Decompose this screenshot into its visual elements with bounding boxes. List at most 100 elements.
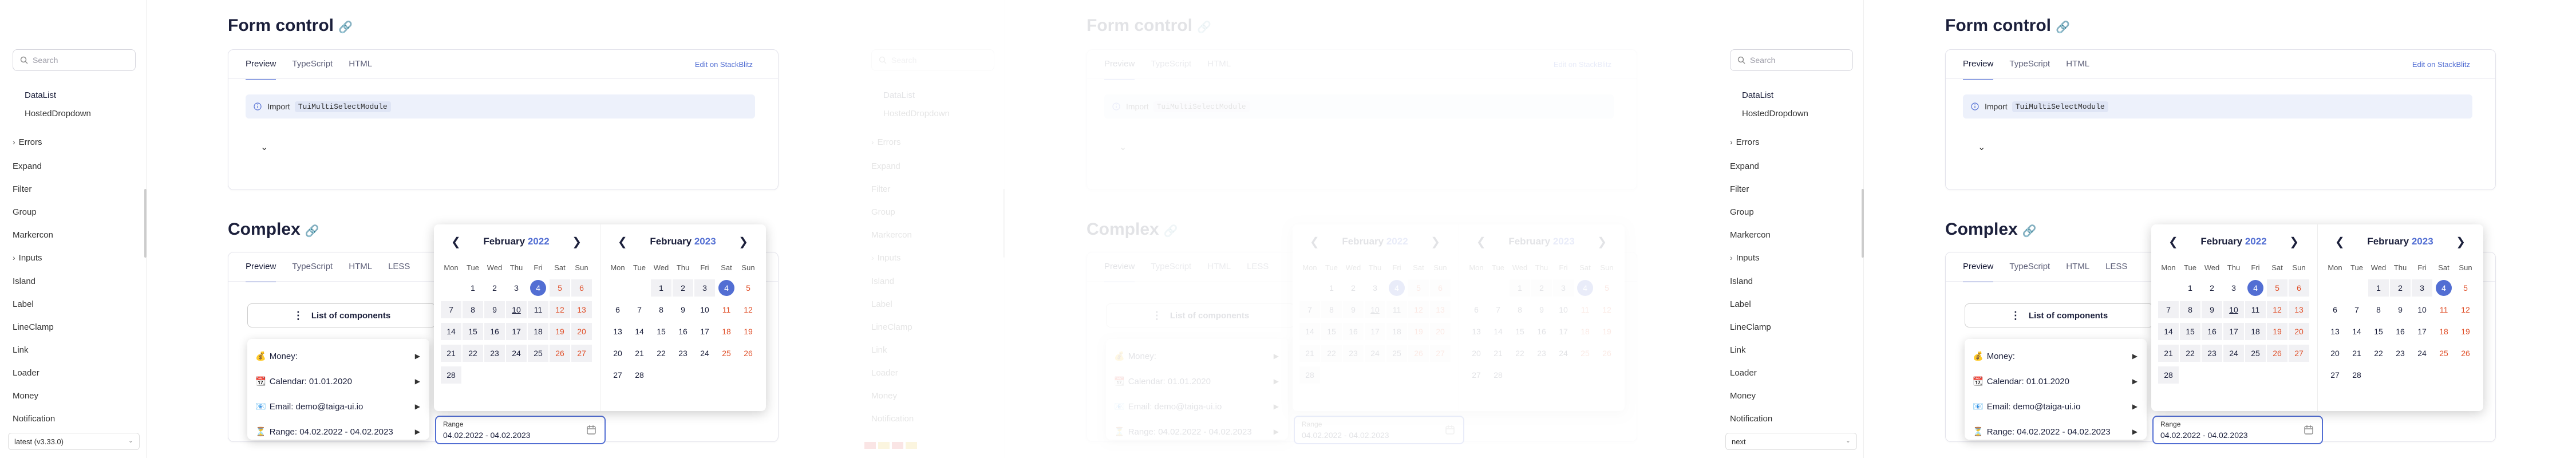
sidebar-item-money[interactable]: Money [13, 391, 38, 401]
calendar-day[interactable]: 12 [1408, 301, 1429, 318]
tab-less[interactable]: LESS [2105, 252, 2127, 281]
sidebar-item-island[interactable]: Island [13, 277, 35, 286]
calendar-day[interactable]: 2 [673, 279, 693, 297]
calendar-day[interactable]: 12 [738, 301, 758, 318]
link-icon[interactable]: 🔗 [1164, 225, 1178, 238]
calendar-day[interactable]: 5 [2267, 279, 2287, 297]
calendar-day[interactable]: 19 [2455, 323, 2476, 340]
calendar-day[interactable]: 20 [571, 323, 592, 340]
calendar-day[interactable]: 9 [673, 301, 693, 318]
calendar-day[interactable]: 26 [738, 345, 758, 362]
sidebar-item-link[interactable]: Link [13, 345, 29, 355]
calendar-day[interactable]: 26 [550, 345, 570, 362]
calendar-day[interactable]: 19 [550, 323, 570, 340]
sidebar-item-loader[interactable]: Loader [871, 368, 898, 378]
calendar-day[interactable]: 5 [1597, 279, 1617, 297]
sidebar-item-inputs[interactable]: › Inputs [1730, 253, 1760, 263]
sidebar-item-notification[interactable]: Notification [871, 414, 914, 424]
tab-preview[interactable]: Preview [1104, 252, 1135, 282]
sidebar-item-datalist[interactable]: DataList [25, 90, 56, 100]
list-of-components-button[interactable]: ⋮ List of components [1965, 303, 2154, 327]
tab-html[interactable]: HTML [1207, 50, 1231, 78]
menu-item[interactable]: 💰 Money: ▶ [255, 344, 424, 369]
calendar-day[interactable]: 22 [1321, 345, 1342, 362]
calendar-day[interactable]: 12 [2267, 301, 2287, 318]
chevron-down-icon[interactable]: ⌄ [260, 141, 268, 153]
sidebar-item-expand[interactable]: Expand [13, 161, 42, 171]
calendar-day[interactable]: 2 [1343, 279, 1364, 297]
calendar-day[interactable]: 28 [1299, 366, 1320, 384]
sidebar-item-notification[interactable]: Notification [13, 414, 55, 424]
menu-item[interactable]: 📧 Email: demo@taiga-ui.io ▶ [255, 394, 424, 419]
calendar-day[interactable]: 3 [2412, 279, 2432, 297]
calendar-day[interactable]: 11 [1386, 301, 1407, 318]
tab-typescript[interactable]: TypeScript [2009, 252, 2050, 281]
tab-less[interactable]: LESS [388, 252, 410, 281]
calendar-day[interactable]: 3 [694, 279, 715, 297]
sidebar-item-markercon[interactable]: Markercon [871, 230, 912, 240]
calendar-day[interactable]: 11 [528, 301, 548, 318]
calendar-day[interactable]: 2 [2202, 279, 2222, 297]
sidebar-item-lineclamp[interactable]: LineClamp [871, 322, 912, 332]
calendar-day[interactable]: 6 [2289, 279, 2309, 297]
calendar-day[interactable]: 1 [1510, 279, 1530, 297]
calendar-day[interactable]: 8 [463, 301, 483, 318]
calendar-day[interactable]: 11 [716, 301, 737, 318]
calendar-day[interactable]: 9 [2390, 301, 2411, 318]
tab-preview[interactable]: Preview [1963, 50, 1994, 80]
calendar-day[interactable]: 12 [2455, 301, 2476, 318]
edit-on-stackblitz-link[interactable]: Edit on StackBlitz [1554, 60, 1611, 69]
calendar-day[interactable]: 12 [1597, 301, 1617, 318]
calendar-day[interactable]: 19 [1408, 323, 1429, 340]
sidebar-item-group[interactable]: Group [871, 207, 895, 217]
calendar-day[interactable]: 10 [1365, 301, 1385, 318]
calendar-day[interactable]: 1 [463, 279, 483, 297]
calendar-day[interactable]: 25 [716, 345, 737, 362]
calendar-day[interactable]: 20 [2325, 345, 2345, 362]
chevron-down-icon[interactable]: ⌄ [1978, 141, 1985, 153]
sidebar-item-money[interactable]: Money [1730, 391, 1756, 401]
version-select[interactable]: next ⌄ [1725, 433, 1857, 450]
sidebar-item-inputs[interactable]: › Inputs [871, 253, 901, 263]
calendar-day[interactable]: 28 [2346, 366, 2367, 384]
calendar-day[interactable]: 13 [2289, 301, 2309, 318]
calendar-day[interactable]: 1 [2180, 279, 2200, 297]
calendar-day[interactable]: 26 [2267, 345, 2287, 362]
calendar-day[interactable]: 10 [1553, 301, 1574, 318]
calendar-day[interactable]: 23 [2202, 345, 2222, 362]
version-select[interactable]: latest (v3.33.0) ⌄ [8, 433, 140, 450]
tab-html[interactable]: HTML [349, 50, 372, 78]
calendar-day[interactable]: 2 [484, 279, 505, 297]
calendar-day[interactable]: 9 [2202, 301, 2222, 318]
calendar-day[interactable]: 7 [2158, 301, 2179, 318]
tab-html[interactable]: HTML [1207, 252, 1231, 281]
calendar-day[interactable]: 26 [1597, 345, 1617, 362]
calendar-day[interactable]: 6 [2325, 301, 2345, 318]
calendar-day[interactable]: 15 [463, 323, 483, 340]
menu-item[interactable]: 💰 Money: ▶ [1973, 344, 2141, 369]
search-input[interactable]: Search [1730, 49, 1853, 71]
calendar-day[interactable]: 8 [1321, 301, 1342, 318]
calendar-day[interactable]: 12 [550, 301, 570, 318]
calendar-day[interactable]: 21 [629, 345, 650, 362]
calendar-day[interactable]: 16 [1343, 323, 1364, 340]
calendar-day[interactable]: 10 [2412, 301, 2432, 318]
calendar-day[interactable]: 13 [2325, 323, 2345, 340]
tab-html[interactable]: HTML [349, 252, 372, 281]
sidebar-item-markercon[interactable]: Markercon [13, 230, 53, 240]
sidebar-item-label-item[interactable]: Label [871, 299, 892, 309]
calendar-day[interactable]: 15 [1321, 323, 1342, 340]
calendar-day[interactable]: 5 [550, 279, 570, 297]
year-value[interactable]: 2023 [2412, 236, 2433, 247]
calendar-day[interactable]: 24 [1553, 345, 1574, 362]
calendar-day[interactable]: 15 [2368, 323, 2389, 340]
sidebar-scrollbar[interactable] [1003, 189, 1005, 258]
calendar-day[interactable]: 22 [2180, 345, 2200, 362]
tab-typescript[interactable]: TypeScript [1151, 252, 1191, 281]
sidebar-item-filter[interactable]: Filter [871, 184, 890, 194]
calendar-day[interactable]: 14 [441, 323, 461, 340]
menu-item[interactable]: 📧 Email: demo@taiga-ui.io ▶ [1114, 394, 1282, 419]
calendar-day[interactable]: 19 [738, 323, 758, 340]
calendar-day[interactable]: 11 [2433, 301, 2454, 318]
sidebar-item-label-item[interactable]: Label [1730, 299, 1751, 309]
